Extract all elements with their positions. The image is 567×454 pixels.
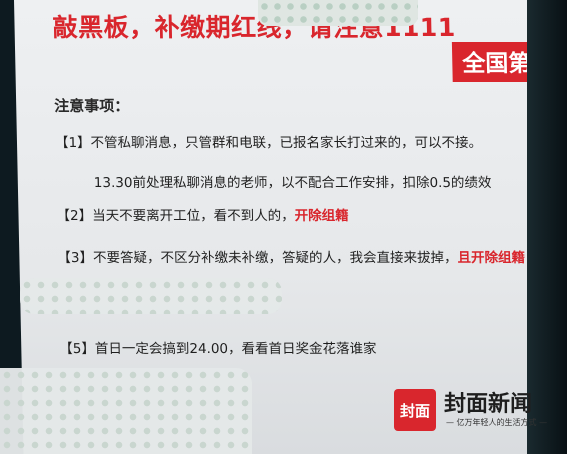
item-number: 【5】 [59,341,96,357]
item-highlight: 且开除组籍 [457,250,526,266]
notice-heading: 注意事项： [54,97,130,115]
item-number: 【3】 [57,250,94,266]
item-highlight: 开除组籍 [294,208,349,224]
notice-item-1: 【1】不管私聊消息，只管群和电联，已报名家长打过来的，可以不接。 [55,131,483,151]
notice-item-5: 【5】首日一定会搞到24.00，看看首日奖金花落谁家 [59,337,377,357]
notice-item-1-continued: 13.30前处理私聊消息的老师，以不配合工作安排，扣除0.5的绩效 [94,171,492,191]
item-text: 13.30前处理私聊消息的老师，以不配合工作安排，扣除0.5的绩效 [93,175,492,191]
item-number: 【1】 [54,135,91,151]
privacy-blur-top [258,0,418,26]
item-text: 首日一定会搞到24.00，看看首日奖金花落谁家 [94,341,377,357]
news-brand-name: 封面新闻 [444,392,533,417]
notice-item-2: 【2】当天不要离开工位，看不到人的，开除组籍 [56,204,349,224]
notice-item-3: 【3】不要答疑，不区分补缴未补缴，答疑的人，我会直接来拔掉，且开除组籍 [57,246,525,266]
privacy-blur-bottom [0,368,252,454]
privacy-blur-item-4 [20,278,282,314]
item-text: 不管私聊消息，只管群和电联，已报名家长打过来的，可以不接。 [90,135,483,151]
news-brand-slogan: — 亿万年轻人的生活方式 — [446,418,548,427]
item-text: 当天不要离开工位，看不到人的， [91,208,295,224]
item-text: 不要答疑，不区分补缴未补缴，答疑的人，我会直接来拔掉， [92,250,458,266]
news-logo-icon: 封面 [394,389,436,431]
screen-bezel [527,0,567,454]
item-number: 【2】 [56,208,93,224]
